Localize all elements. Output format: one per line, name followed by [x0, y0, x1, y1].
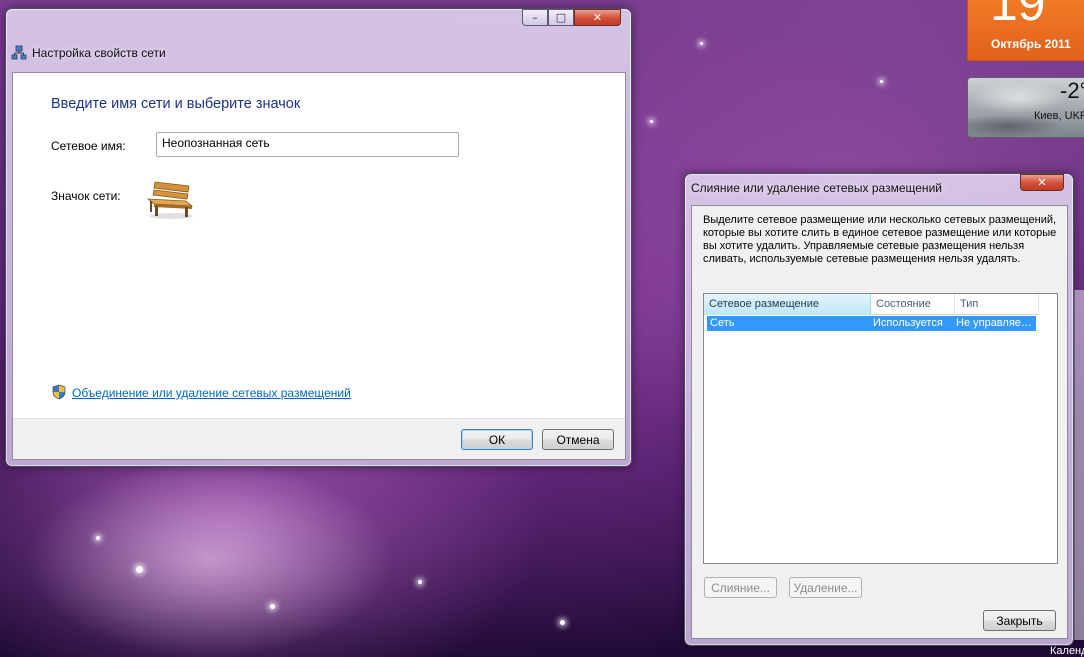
network-name-label: Сетевое имя:	[51, 139, 126, 153]
background-star	[96, 536, 100, 540]
row-type-cell: Не управляемое	[956, 317, 1036, 329]
weather-gadget[interactable]: -2° Киев, UKR	[967, 77, 1084, 138]
taskbar-label: Календ...	[1050, 645, 1084, 657]
maximize-button[interactable]: □	[548, 9, 574, 26]
background-star	[560, 620, 565, 625]
network-icon-label: Значок сети:	[51, 189, 121, 203]
dialog-client-area: Введите имя сети и выберите значок Сетев…	[12, 72, 626, 460]
weather-temperature: -2°	[1060, 78, 1084, 103]
background-star	[136, 566, 143, 573]
column-header-type[interactable]: Тип	[955, 294, 1039, 315]
minimize-button[interactable]: –	[522, 9, 548, 26]
column-header-state[interactable]: Состояние	[871, 294, 955, 315]
calendar-gadget[interactable]: 19 Октябрь 2011	[967, 0, 1084, 61]
network-icon	[11, 45, 27, 61]
calendar-month: Октябрь 2011	[991, 37, 1071, 51]
weather-location: Киев, UKR	[1034, 110, 1084, 122]
shield-icon	[52, 384, 66, 400]
dialog-footer: ОК Отмена	[13, 418, 625, 459]
close-button[interactable]: ✕	[574, 9, 621, 26]
page-heading: Введите имя сети и выберите значок	[51, 96, 301, 112]
row-location-cell: Сеть	[710, 317, 735, 329]
background-star	[418, 580, 422, 584]
network-locations-list[interactable]: Сетевое размещение Состояние Тип Сеть Ис…	[703, 293, 1058, 564]
merge-network-locations-window: ✕ Слияние или удаление сетевых размещени…	[684, 173, 1074, 646]
cancel-button[interactable]: Отмена	[542, 429, 614, 450]
network-name-input[interactable]	[156, 132, 459, 157]
window-title: Настройка свойств сети	[32, 46, 166, 60]
background-window-edge	[1074, 290, 1084, 640]
delete-button[interactable]: Удаление...	[789, 577, 862, 598]
table-row[interactable]: Сеть Используется Не управляемое	[707, 316, 1036, 331]
ok-button[interactable]: ОК	[461, 429, 533, 450]
dialog-client-area: Выделите сетевое размещение или нескольк…	[691, 205, 1068, 639]
bench-icon[interactable]	[145, 179, 195, 221]
list-header: Сетевое размещение Состояние Тип	[704, 294, 1039, 315]
merge-description: Выделите сетевое размещение или нескольк…	[703, 214, 1057, 265]
calendar-day: 19	[990, 0, 1046, 31]
network-properties-window: – □ ✕ Настройка свойств сети Введите имя…	[5, 8, 632, 467]
row-state-cell: Используется	[873, 317, 943, 329]
background-star	[270, 604, 275, 609]
close-dialog-button[interactable]: Закрыть	[983, 610, 1056, 631]
background-star	[650, 120, 653, 123]
background-star	[700, 42, 703, 45]
background-star	[880, 80, 883, 83]
merge-button[interactable]: Слияние...	[704, 577, 777, 598]
column-header-location[interactable]: Сетевое размещение	[704, 294, 871, 315]
merge-networks-link[interactable]: Объединение или удаление сетевых размеще…	[72, 386, 351, 400]
close-button[interactable]: ✕	[1020, 174, 1064, 191]
window-title: Слияние или удаление сетевых размещений	[691, 181, 942, 195]
